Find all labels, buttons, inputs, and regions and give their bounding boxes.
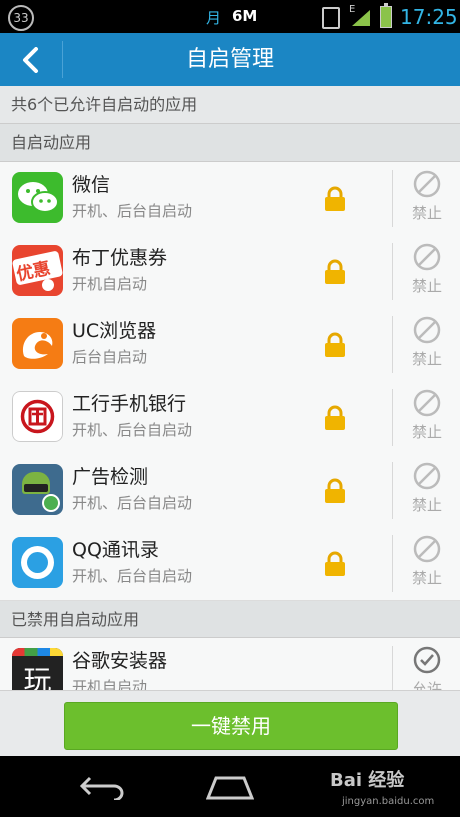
forbid-button[interactable]: 禁止 <box>402 167 452 230</box>
vibrate-icon <box>322 7 340 29</box>
nav-back-icon <box>79 776 124 800</box>
row-divider <box>392 462 393 519</box>
back-button[interactable] <box>0 33 62 86</box>
uc-browser-icon <box>12 318 63 369</box>
clock: 17:25 <box>400 5 458 29</box>
row-divider <box>392 316 393 373</box>
forbid-button[interactable]: 禁止 <box>402 386 452 449</box>
data-usage: 6M <box>232 7 258 25</box>
notification-badge: 33 <box>8 5 34 31</box>
back-arrow-icon <box>23 47 38 73</box>
row-divider <box>392 170 393 227</box>
app-subtitle: 后台自启动 <box>72 348 148 366</box>
lock-icon <box>325 332 345 357</box>
app-row[interactable]: 广告检测开机、后台自启动 禁止 <box>0 454 460 528</box>
lock-icon <box>325 551 345 576</box>
lock-icon <box>325 405 345 430</box>
forbid-button[interactable]: 禁止 <box>402 459 452 522</box>
battery-icon <box>380 3 392 28</box>
bottom-panel: 一键禁用 <box>0 690 460 757</box>
row-divider <box>392 646 393 690</box>
app-subtitle: 开机、后台自启动 <box>72 421 193 439</box>
section-enabled: 自启动应用 <box>0 124 460 162</box>
nav-back-button[interactable] <box>40 756 160 817</box>
forbid-icon <box>413 535 441 563</box>
app-name: 微信 <box>72 174 111 196</box>
page-title: 自启管理 <box>185 47 274 72</box>
app-subtitle: 开机、后台自启动 <box>72 567 193 585</box>
app-name: 谷歌安装器 <box>72 650 168 672</box>
app-subtitle: 开机自启动 <box>72 678 148 691</box>
app-name: UC浏览器 <box>72 320 157 342</box>
lock-icon <box>325 259 345 284</box>
qq-contacts-icon <box>12 537 63 588</box>
summary-bar: 共6个已允许自启动的应用 <box>0 86 460 124</box>
google-installer-icon: 玩 <box>12 648 63 690</box>
lock-icon <box>325 478 345 503</box>
watermark-url: jingyan.baidu.com <box>342 796 435 807</box>
disabled-app-row[interactable]: 玩 谷歌安装器 开机自启动 允许 <box>0 638 460 691</box>
app-subtitle: 开机、后台自启动 <box>72 494 193 512</box>
ad-detect-icon <box>12 464 63 515</box>
section-disabled: 已禁用自启动应用 <box>0 601 460 638</box>
app-row[interactable]: 微信开机、后台自启动 禁止 <box>0 162 460 236</box>
coupon-icon: 优惠 <box>12 245 63 296</box>
app-row[interactable]: 优惠 布丁优惠券开机自启动 禁止 <box>0 235 460 309</box>
status-bar: 33 月 6M E 17:25 <box>0 0 460 33</box>
watermark-logo: Bai 经验 <box>330 770 405 791</box>
forbid-button[interactable]: 禁止 <box>402 313 452 376</box>
row-divider <box>392 243 393 300</box>
calendar-indicator: 月 <box>206 9 222 27</box>
icbc-icon <box>12 391 63 442</box>
forbid-icon <box>413 170 441 198</box>
app-row[interactable]: 工行手机银行开机、后台自启动 禁止 <box>0 381 460 455</box>
app-name: 工行手机银行 <box>72 393 187 415</box>
lock-icon <box>325 186 345 211</box>
row-divider <box>392 535 393 592</box>
nav-home-button[interactable] <box>170 756 290 817</box>
title-divider <box>62 41 63 78</box>
forbid-button[interactable]: 禁止 <box>402 240 452 303</box>
app-subtitle: 开机、后台自启动 <box>72 202 193 220</box>
check-circle-icon <box>413 646 441 674</box>
wechat-icon <box>12 172 63 223</box>
row-divider <box>392 389 393 446</box>
app-row[interactable]: UC浏览器后台自启动 禁止 <box>0 308 460 382</box>
forbid-icon <box>413 243 441 271</box>
app-row[interactable]: QQ通讯录开机、后台自启动 禁止 <box>0 527 460 601</box>
forbid-button[interactable]: 禁止 <box>402 532 452 595</box>
app-name: 广告检测 <box>72 466 149 488</box>
nav-home-icon <box>206 776 254 800</box>
navigation-bar: Bai 经验 jingyan.baidu.com <box>0 756 460 817</box>
disable-all-button[interactable]: 一键禁用 <box>64 702 398 750</box>
forbid-icon <box>413 462 441 490</box>
signal-icon <box>352 10 370 26</box>
allow-button[interactable]: 允许 <box>402 643 452 690</box>
title-bar: 自启管理 <box>0 33 460 87</box>
app-name: QQ通讯录 <box>72 539 159 561</box>
forbid-icon <box>413 389 441 417</box>
app-name: 布丁优惠券 <box>72 247 168 269</box>
forbid-icon <box>413 316 441 344</box>
app-subtitle: 开机自启动 <box>72 275 148 293</box>
